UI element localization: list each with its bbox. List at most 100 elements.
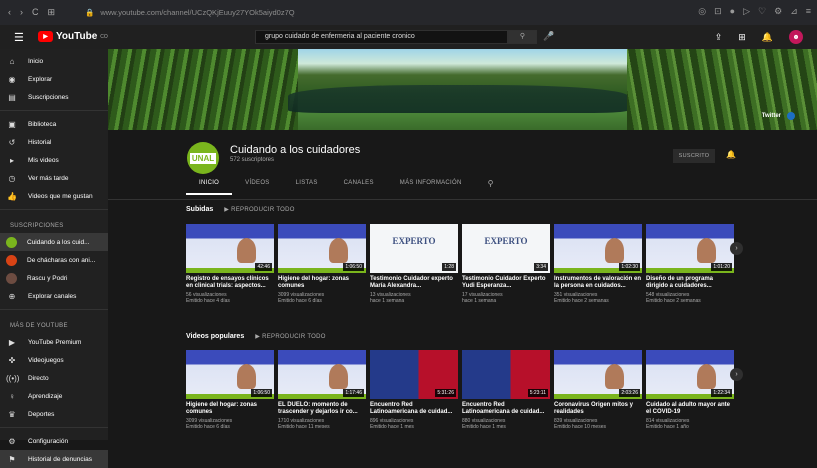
sidebar-item-videojuegos[interactable]: ✜ Videojuegos [0, 351, 108, 369]
subscribe-button[interactable]: SUSCRITO [673, 149, 715, 163]
extension-icon[interactable]: ◎ [698, 6, 706, 17]
sidebar-item-subscription[interactable]: Rascu y Podri [0, 269, 108, 287]
sidebar-item-biblioteca[interactable]: ▣ Biblioteca [0, 115, 108, 133]
sidebar-item-configuracion[interactable]: ⚙ Configuración [0, 432, 108, 450]
notification-bell-icon[interactable]: 🔔 [726, 150, 736, 159]
sidebar-item-subscription[interactable]: De chácharas con ani... [0, 251, 108, 269]
video-card[interactable]: EXPERTO 1:28 Testimonio Cuidador experto M… [370, 224, 462, 304]
address-bar[interactable]: 🔒 www.youtube.com/channel/UCzQKjEuuy27YOk… [85, 8, 295, 17]
url-text[interactable]: www.youtube.com/channel/UCzQKjEuuy27YOk5… [100, 8, 294, 17]
extension-icon[interactable]: ⊿ [790, 6, 798, 17]
video-title[interactable]: Coronavirus Origen mitos y realidades [554, 402, 642, 416]
shelf-title[interactable]: Subidas [186, 206, 213, 213]
sidebar-item-youtube-premium[interactable]: ▶ YouTube Premium [0, 333, 108, 351]
video-thumbnail[interactable]: 1:22:34 [646, 350, 734, 399]
video-thumbnail[interactable]: 2:03:26 [554, 350, 642, 399]
sidebar-item-aprendizaje[interactable]: ♀ Aprendizaje [0, 387, 108, 405]
video-card[interactable]: 1:22:34 Cuidado al adulto mayor ante el C… [646, 350, 738, 430]
video-thumbnail[interactable]: 5:23:11 [462, 350, 550, 399]
extension-icon[interactable]: ⊡ [714, 6, 722, 17]
video-title[interactable]: Higiene del hogar: zonas comunes [186, 402, 274, 416]
video-title[interactable]: Testimonio Cuidador experto María Alexan… [370, 276, 458, 290]
apps-grid-icon[interactable]: ⊞ [738, 32, 746, 43]
menu-icon[interactable]: ≡ [806, 6, 811, 17]
video-card[interactable]: 42:46 Registro de ensayos clínicos en cli… [186, 224, 278, 304]
sidebar-item-videos-que-me-gustan[interactable]: 👍 Videos que me gustan [0, 187, 108, 205]
sidebar-item-subscription[interactable]: Cuidando a los cuid... [0, 233, 108, 251]
play-all-label: REPRODUCIR TODO [231, 207, 295, 213]
video-card[interactable]: 1:02:30 Instrumentos de valoración en la … [554, 224, 646, 304]
video-card[interactable]: 5:23:11 Encuentro Red Latinoamericana de … [462, 350, 554, 430]
channel-logo: UNAL [187, 142, 219, 174]
extension-icon[interactable]: ▷ [743, 6, 750, 17]
sidebar-item-suscripciones[interactable]: ▤ Suscripciones [0, 88, 108, 106]
notifications-icon[interactable]: 🔔 [762, 32, 773, 43]
tab-listas[interactable]: LISTAS [283, 175, 331, 195]
sidebar-item-ver-mas-tarde[interactable]: ◷ Ver más tarde [0, 169, 108, 187]
video-title[interactable]: EL DUELO: momento de trascender y dejarl… [278, 402, 366, 416]
play-all-button[interactable]: ▶ REPRODUCIR TODO [255, 333, 326, 340]
apps-icon[interactable]: ⊞ [48, 7, 56, 18]
shelf-title[interactable]: Videos populares [186, 333, 244, 340]
channel-search-icon[interactable]: ⚲ [475, 175, 507, 195]
video-card[interactable]: 1:06:50 Higiene del hogar: zonas comunes 3… [278, 224, 370, 304]
next-arrow-button[interactable]: › [730, 368, 743, 381]
tab-inicio[interactable]: INICIO [186, 175, 233, 195]
video-card[interactable]: 1:17:46 EL DUELO: momento de trascender y… [278, 350, 370, 430]
reload-icon[interactable]: C [32, 7, 39, 18]
library-icon: ▣ [8, 119, 16, 129]
video-thumbnail[interactable]: EXPERTO 3:34 [462, 224, 550, 273]
video-thumbnail[interactable]: EXPERTO 1:28 [370, 224, 458, 273]
tab-mas-informacion[interactable]: MÁS INFORMACIÓN [387, 175, 475, 195]
menu-icon[interactable]: ☰ [14, 31, 24, 44]
video-title[interactable]: Testimonio Cuidador Experto Yudi Esperan… [462, 276, 550, 290]
video-thumbnail[interactable]: 42:46 [186, 224, 274, 273]
sidebar-item-explorar[interactable]: ◉ Explorar [0, 70, 108, 88]
upload-icon[interactable]: ⇪ [715, 32, 723, 43]
video-title[interactable]: Encuentro Red Latinoamericana de cuidad.… [462, 402, 550, 416]
back-icon[interactable]: ‹ [8, 7, 11, 18]
tab-canales[interactable]: CANALES [331, 175, 387, 195]
video-title[interactable]: Diseño de un programa dirigido a cuidado… [646, 276, 734, 290]
video-title[interactable]: Registro de ensayos clínicos en clinical… [186, 276, 274, 290]
video-title[interactable]: Cuidado al adulto mayor ante el COVID-19 [646, 402, 734, 416]
microphone-icon[interactable]: 🎤 [543, 31, 554, 42]
sidebar-item-explorar-canales[interactable]: ⊕ Explorar canales [0, 287, 108, 305]
video-title[interactable]: Encuentro Red Latinoamericana de cuidad.… [370, 402, 458, 416]
video-thumbnail[interactable]: 1:06:50 [186, 350, 274, 399]
play-all-button[interactable]: ▶ REPRODUCIR TODO [224, 206, 295, 213]
video-card[interactable]: 1:01:20 Diseño de un programa dirigido a … [646, 224, 738, 304]
sidebar-item-mis-videos[interactable]: ▸ Mis videos [0, 151, 108, 169]
video-thumbnail[interactable]: 1:06:50 [278, 224, 366, 273]
twitter-link[interactable]: Twitter [762, 113, 781, 119]
next-arrow-button[interactable]: › [730, 242, 743, 255]
video-card[interactable]: 1:06:50 Higiene del hogar: zonas comunes 3… [186, 350, 278, 430]
video-card[interactable]: EXPERTO 3:34 Testimonio Cuidador Experto Y… [462, 224, 554, 304]
video-thumbnail[interactable]: 1:01:20 [646, 224, 734, 273]
video-card[interactable]: 5:31:26 Encuentro Red Latinoamericana de … [370, 350, 462, 430]
sidebar-item-directo[interactable]: ((•)) Directo [0, 369, 108, 387]
settings-icon[interactable]: ⚙ [774, 6, 782, 17]
sidebar-item-historial[interactable]: ↺ Historial [0, 133, 108, 151]
sidebar-item-inicio[interactable]: ⌂ Inicio [0, 52, 108, 70]
sidebar-item-historial-de-denuncias[interactable]: ⚑ Historial de denuncias [0, 450, 108, 468]
video-title[interactable]: Higiene del hogar: zonas comunes [278, 276, 366, 290]
video-thumbnail[interactable]: 1:02:30 [554, 224, 642, 273]
video-title[interactable]: Instrumentos de valoración en la persona… [554, 276, 642, 290]
search-input[interactable]: grupo cuidado de enfermeria al paciente … [255, 30, 508, 44]
video-thumbnail[interactable]: 1:17:46 [278, 350, 366, 399]
extension-icon[interactable]: ● [730, 6, 735, 17]
forward-icon[interactable]: › [20, 7, 23, 18]
heart-icon[interactable]: ♡ [758, 6, 766, 17]
sidebar-item-deportes[interactable]: ♛ Deportes [0, 405, 108, 423]
search-button[interactable]: ⚲ [508, 30, 537, 44]
channel-banner: Twitter [108, 49, 817, 130]
facebook-icon[interactable] [787, 112, 795, 120]
youtube-logo[interactable]: ▶ YouTube CO [38, 31, 108, 42]
video-date: Emitido hace 2 semanas [646, 298, 701, 304]
video-thumbnail[interactable]: 5:31:26 [370, 350, 458, 399]
tab-videos[interactable]: VÍDEOS [232, 175, 282, 195]
avatar[interactable]: ☻ [789, 30, 803, 44]
presenter-photo [697, 364, 716, 389]
video-card[interactable]: 2:03:26 Coronavirus Origen mitos y realid… [554, 350, 646, 430]
